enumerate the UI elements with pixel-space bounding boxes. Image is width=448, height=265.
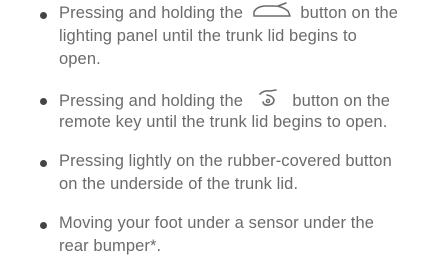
list-item-line: on the underside of the trunk lid. — [59, 175, 299, 193]
list-item-line: Moving your foot under a sensor under th… — [59, 214, 375, 232]
bullet-icon — [40, 160, 47, 167]
list-item-line: rear bumper*. — [59, 237, 162, 255]
bullet-icon — [40, 222, 47, 229]
bullet-icon — [40, 12, 47, 19]
list-item-line: Pressing lightly on the rubber-covered b… — [59, 152, 392, 170]
bullet-icon — [40, 98, 47, 105]
list-item-line: open. — [59, 50, 101, 68]
list-item-line: Pressing and holding the button on the — [59, 2, 439, 25]
trunk-open-icon — [252, 2, 292, 25]
list-item-line: lighting panel until the trunk lid begin… — [59, 27, 357, 45]
list-item-line: remote key until the trunk lid begins to… — [59, 113, 388, 131]
list-item-line: Pressing and holding the button on the — [59, 88, 439, 111]
